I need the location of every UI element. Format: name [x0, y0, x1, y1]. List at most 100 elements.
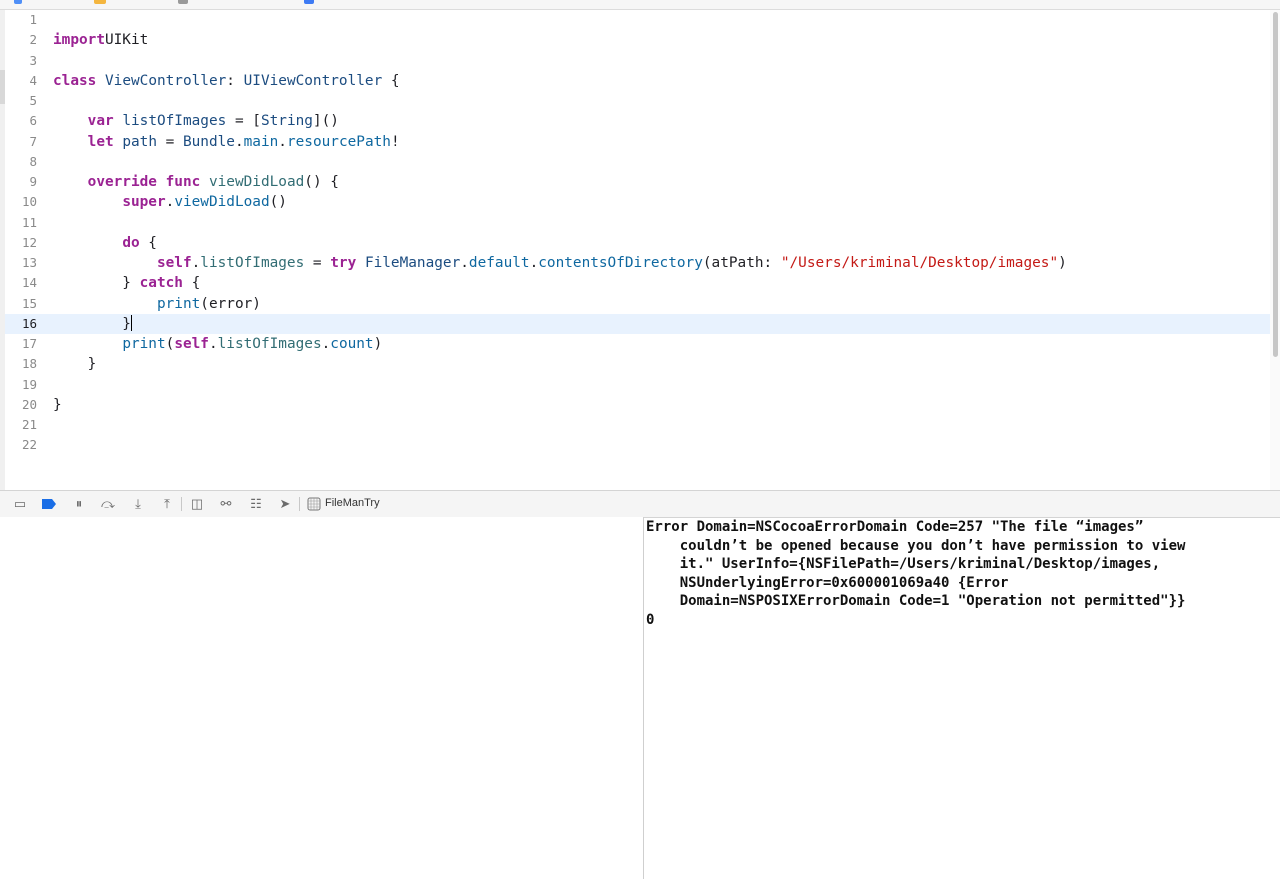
code-token: ) — [1058, 255, 1067, 271]
line-number[interactable]: 11 — [5, 213, 37, 233]
code-line[interactable]: 1 — [5, 10, 1270, 30]
app-target-icon[interactable] — [306, 496, 322, 512]
code-line[interactable]: 12 do { — [5, 233, 1270, 253]
line-number[interactable]: 1 — [5, 10, 37, 30]
code-line[interactable]: 8 — [5, 152, 1270, 172]
code-token: ( — [165, 336, 175, 352]
code-token: catch — [139, 275, 183, 292]
code-token: UIKit — [104, 32, 149, 49]
code-line[interactable]: 14 } catch { — [5, 273, 1270, 293]
code-text: var listOfImages = [String]() — [53, 111, 339, 131]
code-token: { — [139, 234, 157, 251]
jump-bar[interactable] — [0, 0, 1280, 10]
folder-icon[interactable] — [94, 0, 106, 4]
code-token: var — [87, 113, 114, 130]
file-group-icon[interactable] — [178, 0, 188, 4]
code-token: ViewController — [105, 72, 227, 89]
code-token: listOfImages — [200, 255, 305, 271]
swift-file-icon[interactable] — [304, 0, 314, 4]
code-token: self — [174, 336, 209, 352]
variables-view[interactable] — [0, 517, 643, 879]
code-line[interactable]: 5 — [5, 91, 1270, 111]
code-token: . — [165, 194, 175, 211]
view-hierarchy-icon[interactable]: ◫ — [189, 496, 205, 512]
code-text: importUIKit — [53, 30, 148, 50]
code-line[interactable]: 15 print(error) — [5, 294, 1270, 314]
line-number[interactable]: 12 — [5, 233, 37, 253]
code-line[interactable]: 3 — [5, 51, 1270, 71]
code-text: do { — [53, 233, 157, 253]
editor-scrollbar[interactable] — [1270, 10, 1280, 490]
simulate-location-icon[interactable]: ➤ — [277, 496, 293, 512]
step-out-icon[interactable]: ⤒ — [159, 496, 175, 512]
breakpoints-toggle-icon[interactable] — [41, 496, 57, 512]
editor-scroll-thumb[interactable] — [1273, 12, 1278, 357]
console-line: it." UserInfo={NSFilePath=/Users/krimina… — [646, 556, 1161, 572]
line-number[interactable]: 14 — [5, 273, 37, 293]
line-number[interactable]: 20 — [5, 395, 37, 415]
step-into-icon[interactable]: ⤓ — [130, 496, 146, 512]
code-line[interactable]: 22 — [5, 435, 1270, 455]
line-number[interactable]: 4 — [5, 71, 37, 91]
line-number[interactable]: 9 — [5, 172, 37, 192]
line-number[interactable]: 22 — [5, 435, 37, 455]
code-token: } — [53, 315, 131, 332]
line-number[interactable]: 7 — [5, 132, 37, 152]
step-over-icon[interactable]: ⤼ — [100, 496, 116, 512]
code-line[interactable]: 6 var listOfImages = [String]() — [5, 111, 1270, 131]
code-line[interactable]: 10 super.viewDidLoad() — [5, 192, 1270, 212]
hide-debug-area-icon[interactable]: ▭ — [12, 496, 28, 512]
code-line[interactable]: 18 } — [5, 354, 1270, 374]
code-token: func — [165, 174, 201, 190]
code-line[interactable]: 20} — [5, 395, 1270, 415]
code-token: . — [208, 336, 218, 352]
code-line[interactable]: 11 — [5, 213, 1270, 233]
code-token: path — [122, 133, 157, 150]
line-number[interactable]: 21 — [5, 415, 37, 435]
memory-graph-icon[interactable]: ⚯ — [218, 496, 234, 512]
project-icon[interactable] — [14, 0, 22, 4]
environment-overrides-icon[interactable]: ☷ — [248, 496, 264, 512]
line-number[interactable]: 5 — [5, 91, 37, 111]
code-line[interactable]: 21 — [5, 415, 1270, 435]
code-token: . — [321, 336, 331, 352]
pause-icon[interactable]: ⏸ — [71, 496, 87, 512]
code-token: () — [269, 194, 287, 211]
line-number[interactable]: 2 — [5, 30, 37, 50]
console-line: Domain=NSPOSIXErrorDomain Code=1 "Operat… — [646, 593, 1186, 609]
code-line[interactable]: 7 let path = Bundle.main.resourcePath! — [5, 132, 1270, 152]
code-token: class — [53, 72, 97, 89]
code-line[interactable]: 17 print(self.listOfImages.count) — [5, 334, 1270, 354]
code-line[interactable]: 19 — [5, 375, 1270, 395]
code-line[interactable]: 13 self.listOfImages = try FileManager.d… — [5, 253, 1270, 273]
line-number[interactable]: 19 — [5, 375, 37, 395]
code-line[interactable]: 9 override func viewDidLoad() { — [5, 172, 1270, 192]
code-line[interactable]: 4 class ViewController: UIViewController … — [5, 71, 1270, 91]
line-number[interactable]: 17 — [5, 334, 37, 354]
line-number[interactable]: 15 — [5, 294, 37, 314]
code-text: } — [53, 314, 132, 334]
line-number[interactable]: 16 — [5, 314, 37, 334]
line-number[interactable]: 18 — [5, 354, 37, 374]
code-token: let — [87, 133, 114, 150]
line-number[interactable]: 10 — [5, 192, 37, 212]
code-text: } catch { — [53, 273, 200, 293]
code-line[interactable]: 16 } — [5, 313, 1270, 334]
line-number[interactable]: 6 — [5, 111, 37, 131]
line-number[interactable]: 13 — [5, 253, 37, 273]
code-token: { — [182, 275, 201, 292]
code-line[interactable]: 2 importUIKit — [5, 30, 1270, 50]
line-number[interactable]: 8 — [5, 152, 37, 172]
code-token: . — [191, 255, 201, 271]
line-number[interactable]: 3 — [5, 51, 37, 71]
target-label[interactable]: FileManTry — [325, 497, 380, 509]
code-token: self — [156, 255, 192, 271]
console-output[interactable]: Error Domain=NSCocoaErrorDomain Code=257… — [646, 517, 1276, 880]
pane-divider[interactable] — [643, 517, 644, 879]
source-editor[interactable]: 1 2 importUIKit 3 4 class ViewController: UIV… — [5, 10, 1270, 490]
